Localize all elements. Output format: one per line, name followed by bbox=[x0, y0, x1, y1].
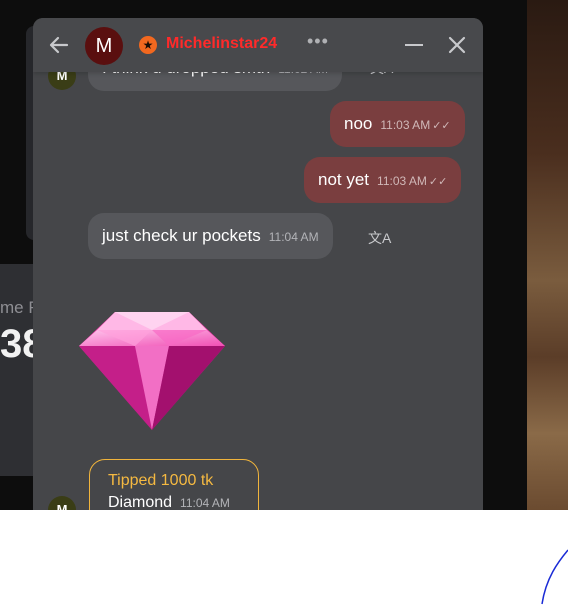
read-check-icon: ✓✓ bbox=[432, 120, 451, 132]
tip-item-name: Diamond bbox=[108, 494, 173, 510]
minimize-icon[interactable] bbox=[405, 44, 423, 46]
close-icon[interactable] bbox=[447, 35, 467, 55]
message-text: noo bbox=[344, 114, 373, 133]
star-icon: ★ bbox=[139, 36, 157, 54]
background-photo bbox=[527, 0, 568, 510]
message-bubble: not yet 11:03 AM ✓✓ bbox=[304, 157, 462, 203]
message-bubble: noo 11:03 AM ✓✓ bbox=[330, 101, 465, 147]
diamond-gift-icon bbox=[79, 312, 225, 430]
tip-title: Tipped 1000 tk bbox=[108, 472, 214, 489]
more-options-button[interactable]: ••• bbox=[307, 31, 329, 52]
message-time: 11:03 AM bbox=[377, 174, 427, 188]
message-time: 11:03 AM bbox=[380, 118, 431, 132]
message-bubble: just check ur pockets 11:04 AM bbox=[88, 213, 333, 259]
back-arrow-icon[interactable] bbox=[47, 33, 71, 57]
message-time: 11:04 AM bbox=[180, 496, 230, 510]
message-time: 11:04 AM bbox=[268, 230, 319, 244]
tip-item: Diamond 11:04 AM bbox=[108, 494, 230, 510]
chat-window: M ★ Michelinstar24 ••• M I think u dropp… bbox=[33, 18, 483, 510]
tip-message: Tipped 1000 tk Diamond 11:04 AM bbox=[89, 459, 259, 510]
message-text: just check ur pockets bbox=[102, 226, 261, 245]
avatar[interactable]: M bbox=[48, 496, 76, 510]
avatar[interactable]: M bbox=[85, 27, 123, 65]
annotation-stroke bbox=[541, 549, 568, 605]
message-text: not yet bbox=[318, 170, 370, 189]
username[interactable]: Michelinstar24 bbox=[166, 35, 277, 53]
chat-header: M ★ Michelinstar24 ••• bbox=[33, 18, 483, 72]
read-check-icon: ✓✓ bbox=[428, 176, 448, 188]
translate-icon[interactable]: 文A bbox=[368, 228, 391, 248]
